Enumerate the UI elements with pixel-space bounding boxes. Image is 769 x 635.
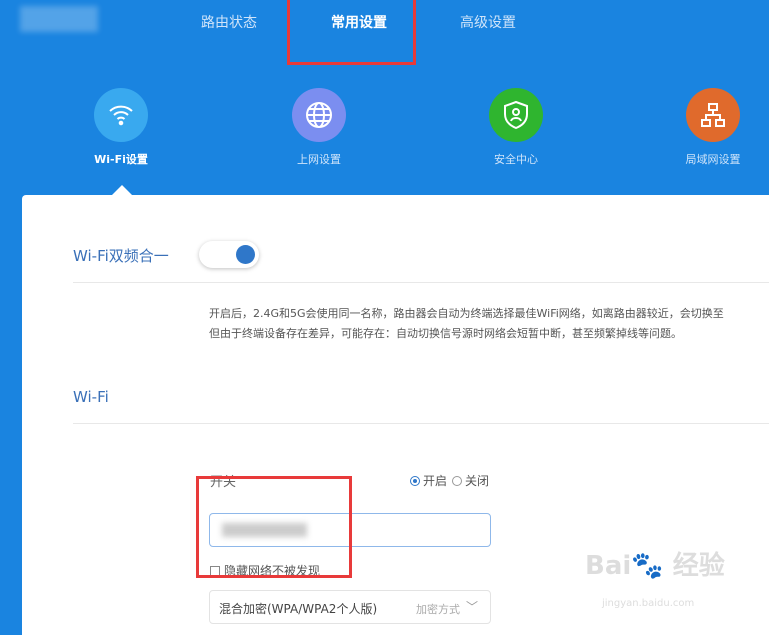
dualband-toggle[interactable]: [199, 241, 259, 268]
active-pointer: [112, 185, 132, 195]
router-logo-blurred: [20, 6, 98, 32]
radio-on[interactable]: 开启: [410, 472, 447, 489]
category-lan-settings[interactable]: 局域网设置: [663, 88, 763, 167]
tab-advanced-settings[interactable]: 高级设置: [460, 12, 516, 32]
wifi-icon: [94, 88, 148, 142]
category-wifi-settings[interactable]: Wi-Fi设置: [71, 88, 171, 167]
shield-icon: [489, 88, 543, 142]
globe-icon: [292, 88, 346, 142]
tab-router-status[interactable]: 路由状态: [201, 12, 257, 32]
dualband-description: 开启后，2.4G和5G会使用同一名称，路由器会自动为终端选择最佳WiFi网络，如…: [209, 307, 724, 340]
highlight-box-ssid: [196, 476, 352, 578]
radio-off[interactable]: 关闭: [452, 472, 489, 489]
wifi-section-title: Wi-Fi: [73, 388, 109, 406]
network-icon: [686, 88, 740, 142]
category-label: 上网设置: [297, 153, 341, 166]
divider: [73, 423, 769, 424]
category-label: Wi-Fi设置: [94, 153, 148, 166]
category-internet-settings[interactable]: 上网设置: [269, 88, 369, 167]
watermark-url: jingyan.baidu.com: [602, 598, 695, 609]
dualband-title: Wi-Fi双频合一: [73, 247, 169, 265]
encryption-select[interactable]: 混合加密(WPA/WPA2个人版) 加密方式 ﹀: [209, 590, 491, 624]
category-security-center[interactable]: 安全中心: [466, 88, 566, 167]
divider: [73, 282, 769, 283]
highlight-box-tab: [287, 0, 416, 65]
category-label: 安全中心: [494, 153, 538, 166]
chevron-down-icon: ﹀: [465, 600, 478, 614]
watermark-logo: Bai🐾 经验: [585, 551, 725, 581]
category-label: 局域网设置: [685, 153, 741, 166]
